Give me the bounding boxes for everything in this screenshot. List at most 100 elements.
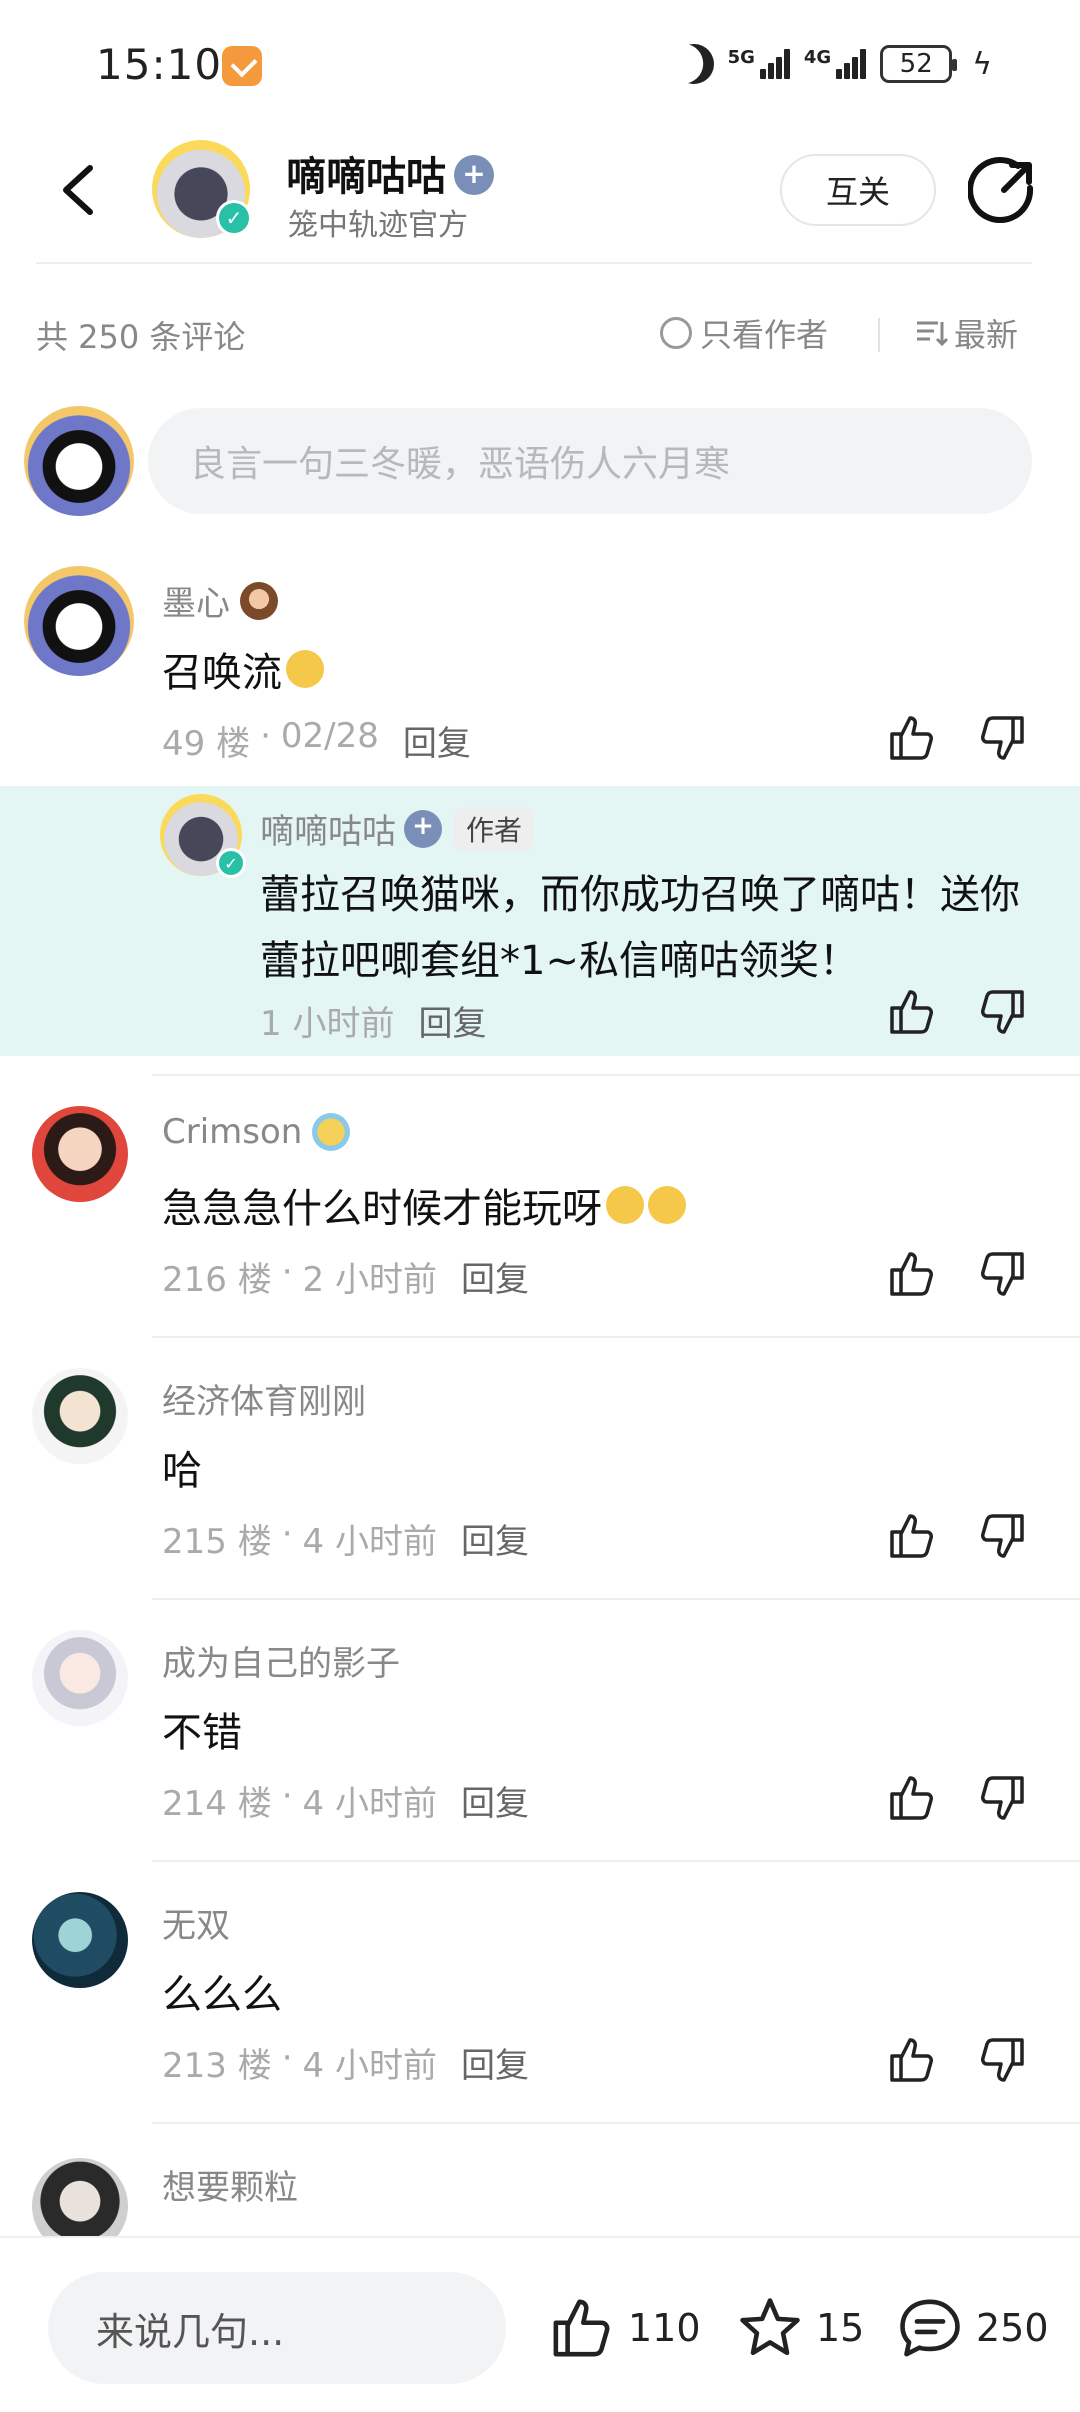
surprised-emoji-icon	[286, 650, 324, 688]
user-avatar[interactable]	[32, 1106, 128, 1202]
back-arrow-icon[interactable]	[52, 160, 112, 220]
like-icon[interactable]	[886, 1510, 938, 1562]
like-icon[interactable]	[886, 712, 938, 764]
like-icon[interactable]	[886, 1772, 938, 1824]
reply-button[interactable]: 回复	[461, 1514, 529, 1563]
user-badge-icon	[240, 581, 278, 620]
comment-user-row[interactable]: Crimson	[162, 1112, 351, 1152]
comment-text: 不错	[162, 1710, 242, 1756]
verified-icon: ✓	[216, 848, 246, 878]
signal-4g-icon: 4G	[803, 47, 867, 79]
like-icon[interactable]	[886, 1248, 938, 1300]
reply-button[interactable]: 回复	[461, 1252, 529, 1301]
say-something-input[interactable]: 来说几句...	[48, 2272, 506, 2384]
comment-floor: 216 楼	[162, 1260, 272, 1300]
net-label-4g: 4G	[803, 47, 832, 68]
reply-button[interactable]: 回复	[461, 1776, 529, 1825]
comment-divider	[152, 1074, 1080, 1076]
comment-floor: 49 楼	[162, 724, 251, 764]
dislike-icon[interactable]	[976, 712, 1028, 764]
comment-username: Crimson	[162, 1112, 303, 1152]
comment-body: 哈	[162, 1438, 202, 1496]
reply-button[interactable]: 回复	[461, 2038, 529, 2087]
reply-user-row[interactable]: 嘀嘀咕咕 作者	[260, 804, 535, 853]
comment-item: 想要颗粒	[0, 2148, 1080, 2236]
comment-input[interactable]: 良言一句三冬暖，恶语伤人六月寒	[148, 408, 1032, 514]
comment-total: 共 250 条评论	[36, 318, 246, 356]
user-badge-icon	[312, 1113, 351, 1151]
crying-emoji-icon	[606, 1186, 644, 1224]
comment-floor: 215 楼	[162, 1522, 272, 1562]
comment-floor: 213 楼	[162, 2046, 272, 2086]
dnd-moon-icon	[668, 38, 719, 89]
sort-latest-label: 最新	[954, 316, 1019, 354]
comment-divider	[152, 1860, 1080, 1862]
thumbs-up-icon	[553, 2299, 610, 2357]
comment-time: 4 小时前	[302, 1784, 437, 1824]
comment-username: 成为自己的影子	[162, 1644, 400, 1684]
comment-body: 召唤流	[162, 640, 324, 698]
comment-divider	[152, 1336, 1080, 1338]
comment-user-row[interactable]: 经济体育刚刚	[162, 1374, 366, 1423]
user-avatar[interactable]	[32, 2158, 128, 2236]
comment-time: 4 小时前	[302, 2046, 437, 2086]
dislike-icon[interactable]	[976, 986, 1028, 1038]
comment-time: 2 小时前	[302, 1260, 437, 1300]
share-icon[interactable]	[968, 154, 1040, 226]
like-icon[interactable]	[886, 2034, 938, 2086]
comment-meta: 215 楼 · 4 小时前 回复	[162, 1514, 529, 1563]
mutual-follow-button[interactable]: 互关	[780, 154, 936, 226]
comment-floor: 214 楼	[162, 1784, 272, 1824]
signal-5g-icon: 5G	[728, 49, 790, 79]
like-count: 110	[628, 2306, 701, 2350]
dislike-icon[interactable]	[976, 1248, 1028, 1300]
comment-divider	[152, 1598, 1080, 1600]
user-avatar[interactable]	[32, 1368, 128, 1464]
comment-count: 250	[976, 2306, 1049, 2350]
reply-button[interactable]: 回复	[403, 716, 471, 765]
only-author-toggle[interactable]: 只看作者	[660, 310, 828, 356]
user-avatar[interactable]	[24, 566, 134, 676]
post-favorite-button[interactable]: 15	[736, 2294, 864, 2362]
post-like-button[interactable]: 110	[548, 2294, 701, 2362]
dislike-icon[interactable]	[976, 1510, 1028, 1562]
post-comment-button[interactable]: 250	[896, 2294, 1049, 2362]
comment-text: 哈	[162, 1448, 202, 1494]
account-name-row[interactable]: 嘀嘀咕咕	[286, 144, 494, 202]
comment-divider	[152, 2122, 1080, 2124]
like-icon[interactable]	[886, 986, 938, 1038]
user-avatar[interactable]	[32, 1892, 128, 1988]
sort-latest-button[interactable]: 最新	[914, 310, 1018, 356]
only-author-label: 只看作者	[700, 316, 829, 354]
account-subtitle: 笼中轨迹官方	[288, 208, 468, 243]
comment-text: 急急急什么时候才能玩呀	[162, 1186, 602, 1232]
comment-user-row[interactable]: 想要颗粒	[162, 2160, 298, 2209]
official-badge-icon	[404, 809, 442, 848]
net-label-5g: 5G	[727, 47, 755, 68]
reply-time: 1 小时前	[260, 1004, 395, 1044]
dislike-icon[interactable]	[976, 2034, 1028, 2086]
comment-user-row[interactable]: 墨心	[162, 576, 278, 625]
account-avatar[interactable]: ✓	[152, 140, 252, 238]
sort-icon	[917, 321, 948, 347]
comment-sort-row: 共 250 条评论 只看作者 最新	[0, 300, 1080, 366]
reply-avatar[interactable]: ✓	[160, 794, 246, 878]
comment-text: 么么么	[162, 1972, 282, 2018]
comment-user-row[interactable]: 无双	[162, 1898, 230, 1947]
favorite-count: 15	[816, 2306, 865, 2350]
user-avatar[interactable]	[32, 1630, 128, 1726]
my-avatar	[24, 406, 134, 516]
comment-time: 4 小时前	[302, 1522, 437, 1562]
reply-button[interactable]: 回复	[418, 996, 486, 1045]
status-icons: 5G 4G 52 ϟ	[674, 44, 992, 84]
comment-meta: 216 楼 · 2 小时前 回复	[162, 1252, 529, 1301]
comment-user-row[interactable]: 成为自己的影子	[162, 1636, 400, 1685]
star-icon	[740, 2298, 800, 2356]
comment-body: 么么么	[162, 1962, 282, 2020]
dislike-icon[interactable]	[976, 1772, 1028, 1824]
comment-username: 无双	[162, 1906, 230, 1946]
account-name: 嘀嘀咕咕	[286, 154, 446, 200]
comment-username: 墨心	[162, 584, 230, 624]
comment-time: 02/28	[280, 716, 379, 756]
comment-username: 经济体育刚刚	[162, 1382, 366, 1422]
